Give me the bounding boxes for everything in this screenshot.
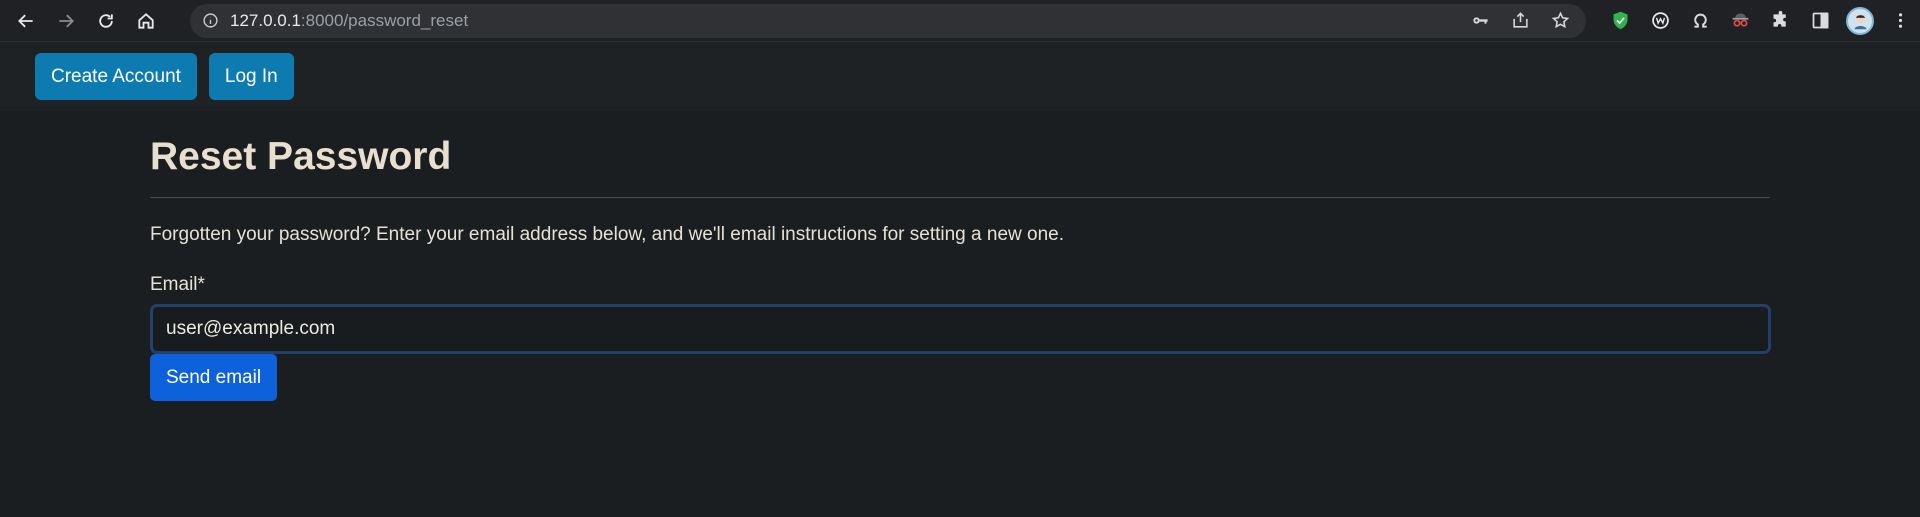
create-account-button[interactable]: Create Account bbox=[35, 53, 197, 100]
avatar bbox=[1846, 6, 1874, 35]
star-icon[interactable] bbox=[1542, 4, 1578, 38]
divider bbox=[150, 197, 1770, 198]
site-info-icon[interactable] bbox=[190, 12, 230, 29]
back-icon[interactable] bbox=[6, 1, 46, 41]
main-content: Reset Password Forgotten your password? … bbox=[0, 111, 1771, 401]
email-field[interactable] bbox=[150, 304, 1771, 354]
email-label: Email* bbox=[150, 274, 205, 295]
url-text: 127.0.0.1:8000/password_reset bbox=[230, 11, 468, 31]
url-host: 127.0.0.1 bbox=[230, 10, 301, 30]
site-navbar: Create Account Log In bbox=[0, 42, 1920, 111]
page-title: Reset Password bbox=[150, 135, 452, 178]
home-icon[interactable] bbox=[126, 1, 166, 41]
intro-text: Forgotten your password? Enter your emai… bbox=[150, 224, 1064, 245]
kebab-menu-icon[interactable] bbox=[1880, 1, 1920, 41]
omega-extension-icon[interactable] bbox=[1680, 1, 1720, 41]
share-icon[interactable] bbox=[1502, 4, 1538, 38]
log-in-button[interactable]: Log In bbox=[208, 53, 294, 100]
send-email-button[interactable]: Send email bbox=[150, 354, 278, 401]
address-bar[interactable]: 127.0.0.1:8000/password_reset bbox=[190, 3, 1586, 38]
profile-button[interactable] bbox=[1840, 1, 1880, 41]
url-path: :8000/password_reset bbox=[300, 10, 469, 30]
spy-extension-icon[interactable] bbox=[1720, 1, 1760, 41]
shield-extension-icon[interactable] bbox=[1600, 1, 1640, 41]
sidepanel-icon[interactable] bbox=[1800, 1, 1840, 41]
puzzle-icon[interactable] bbox=[1760, 1, 1800, 41]
forward-icon[interactable] bbox=[46, 1, 86, 41]
reload-icon[interactable] bbox=[86, 1, 126, 41]
key-icon[interactable] bbox=[1462, 4, 1498, 38]
w-extension-icon[interactable] bbox=[1640, 1, 1680, 41]
browser-toolbar: 127.0.0.1:8000/password_reset bbox=[0, 0, 1920, 42]
